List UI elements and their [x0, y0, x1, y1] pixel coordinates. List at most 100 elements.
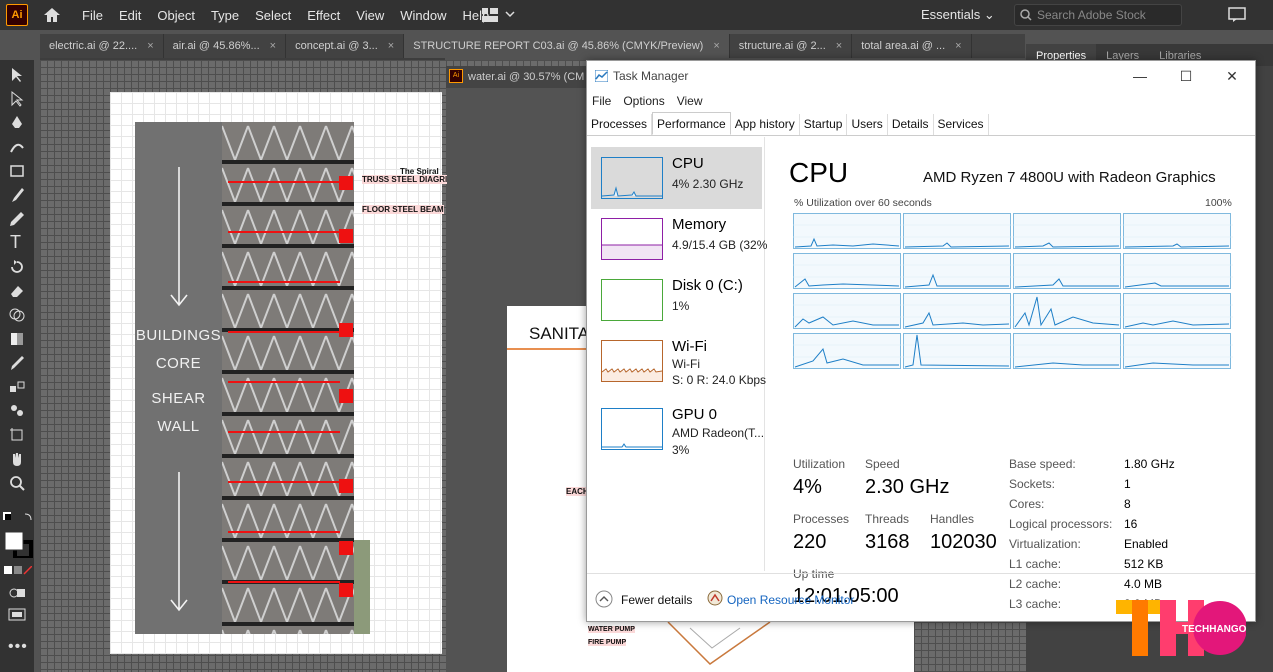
tab-users[interactable]: Users [847, 114, 888, 135]
sidebar-item-wifi[interactable]: Wi-Fi Wi-Fi S: 0 R: 24.0 Kbps [591, 330, 766, 392]
tab-air[interactable]: air.ai @ 45.86%... × [164, 34, 287, 58]
close-button[interactable]: ✕ [1209, 64, 1255, 88]
more-tools-icon[interactable]: ••• [8, 638, 28, 656]
symbol-sprayer-tool-icon[interactable] [8, 402, 26, 420]
curvature-tool-icon[interactable] [8, 138, 26, 156]
selection-tool-icon[interactable] [8, 66, 26, 84]
menu-file[interactable]: File [82, 8, 103, 23]
sidebar-item-detail: Wi-Fi [672, 357, 700, 371]
menu-effect[interactable]: Effect [307, 8, 340, 23]
close-icon[interactable]: × [147, 40, 153, 52]
tab-electric[interactable]: electric.ai @ 22.... × [40, 34, 164, 58]
stock-search-input[interactable]: Search Adobe Stock [1014, 4, 1182, 26]
tab-app-history[interactable]: App history [731, 114, 800, 135]
tab-structure[interactable]: structure.ai @ 2... × [730, 34, 853, 58]
screen-mode-icon[interactable] [8, 608, 26, 622]
open-resource-monitor-link[interactable]: Open Resource Monitor [727, 593, 854, 607]
pump-diagram-2 [667, 622, 771, 665]
tab-structure-report[interactable]: STRUCTURE REPORT C03.ai @ 45.86% (CMYK/P… [404, 34, 730, 58]
tab-water[interactable]: Ai water.ai @ 30.57% (CM [446, 66, 592, 88]
minimize-button[interactable]: — [1117, 64, 1163, 88]
menu-edit[interactable]: Edit [119, 8, 141, 23]
menu-file[interactable]: File [592, 94, 611, 108]
tab-label: total area.ai @ ... [861, 40, 946, 52]
close-icon[interactable]: × [713, 40, 719, 52]
sidebar-item-disk[interactable]: Disk 0 (C:) 1% [591, 269, 762, 331]
message-icon[interactable] [1228, 7, 1248, 23]
tab-processes[interactable]: Processes [587, 114, 653, 135]
menu-window[interactable]: Window [400, 8, 446, 23]
menu-view[interactable]: View [356, 8, 384, 23]
down-arrow-icon [170, 472, 188, 612]
sidebar-item-memory[interactable]: Memory 4.9/15.4 GB (32% [591, 208, 767, 270]
fewer-details-link[interactable]: Fewer details [621, 593, 692, 607]
sidebar-item-gpu[interactable]: GPU 0 AMD Radeon(T... 3% [591, 400, 765, 462]
home-icon[interactable] [42, 5, 62, 25]
arrange-documents-icon[interactable] [482, 8, 516, 22]
direct-selection-tool-icon[interactable] [8, 90, 26, 108]
gradient-tool-icon[interactable] [8, 330, 26, 348]
artboard-tool-icon[interactable] [8, 426, 26, 444]
menu-select[interactable]: Select [255, 8, 291, 23]
workspace-switcher[interactable]: Essentials ⌄ [921, 7, 995, 23]
paintbrush-tool-icon[interactable] [8, 186, 26, 204]
rotate-tool-icon[interactable] [8, 258, 26, 276]
rectangle-tool-icon[interactable] [8, 162, 26, 180]
task-manager-icon [595, 70, 608, 82]
cpu-core-graphs [793, 213, 1233, 369]
performance-sidebar: CPU 4% 2.30 GHz Memory 4.9/15.4 GB (32% … [587, 137, 767, 571]
hand-tool-icon[interactable] [8, 450, 26, 468]
sidebar-item-cpu[interactable]: CPU 4% 2.30 GHz [591, 147, 762, 209]
eraser-tool-icon[interactable] [8, 282, 26, 300]
sidebar-item-detail: 4% 2.30 GHz [672, 177, 744, 191]
core-label-4: WALL [157, 418, 200, 435]
detail-key-logical: Logical processors: [1009, 517, 1113, 531]
menu-options[interactable]: Options [623, 94, 664, 108]
detail-key-base-speed: Base speed: [1009, 457, 1076, 471]
zoom-tool-icon[interactable] [8, 474, 26, 492]
shape-builder-tool-icon[interactable] [8, 306, 26, 324]
sidebar-item-detail: AMD Radeon(T... [672, 426, 765, 440]
eyedropper-tool-icon[interactable] [8, 354, 26, 372]
close-icon[interactable]: × [836, 40, 842, 52]
color-mode-icon[interactable] [4, 566, 32, 576]
close-icon[interactable]: × [270, 40, 276, 52]
building-drawing [222, 122, 354, 634]
beam-label: FLOOR STEEL BEAM [362, 205, 444, 214]
techhangout-watermark: TECHHANGOUT [1116, 596, 1260, 658]
tab-total-area[interactable]: total area.ai @ ... × [852, 34, 972, 58]
detail-key-virtualization: Virtualization: [1009, 537, 1081, 551]
maximize-button[interactable]: ☐ [1163, 64, 1209, 88]
sidebar-item-name: Memory [672, 216, 727, 233]
water-pump-label-2: WATER PUMP [588, 626, 635, 633]
memory-mini-graph [602, 244, 662, 259]
sanitary-title: SANITA [529, 324, 590, 343]
fill-stroke-swatch[interactable] [3, 512, 33, 558]
tab-label: structure.ai @ 2... [738, 40, 826, 52]
blend-tool-icon[interactable] [8, 378, 26, 396]
sidebar-item-name: GPU 0 [672, 406, 718, 423]
chevron-up-icon[interactable] [595, 590, 613, 608]
pen-tool-icon[interactable] [8, 114, 26, 132]
tab-startup[interactable]: Startup [800, 114, 848, 135]
tab-label: concept.ai @ 3... [295, 40, 378, 52]
illustrator-doc-icon: Ai [449, 69, 463, 83]
core-wall-section: BUILDINGS CORE SHEAR WALL [135, 122, 222, 634]
close-icon[interactable]: × [388, 40, 394, 52]
detail-value-base-speed: 1.80 GHz [1124, 457, 1175, 471]
menu-type[interactable]: Type [211, 8, 239, 23]
type-tool-icon[interactable]: T [10, 232, 28, 252]
core-label-3: SHEAR [151, 390, 206, 407]
pencil-tool-icon[interactable] [8, 210, 26, 228]
tab-label: air.ai @ 45.86%... [172, 40, 260, 52]
menu-view[interactable]: View [677, 94, 703, 108]
tab-services[interactable]: Services [934, 114, 989, 135]
menu-object[interactable]: Object [157, 8, 195, 23]
tab-details[interactable]: Details [888, 114, 934, 135]
tab-concept[interactable]: concept.ai @ 3... × [286, 34, 405, 58]
draw-mode-icon[interactable] [8, 586, 26, 600]
detail-key-sockets: Sockets: [1009, 477, 1056, 491]
disk-thumbnail [601, 279, 663, 321]
tab-performance[interactable]: Performance [652, 112, 731, 135]
close-icon[interactable]: × [955, 40, 961, 52]
